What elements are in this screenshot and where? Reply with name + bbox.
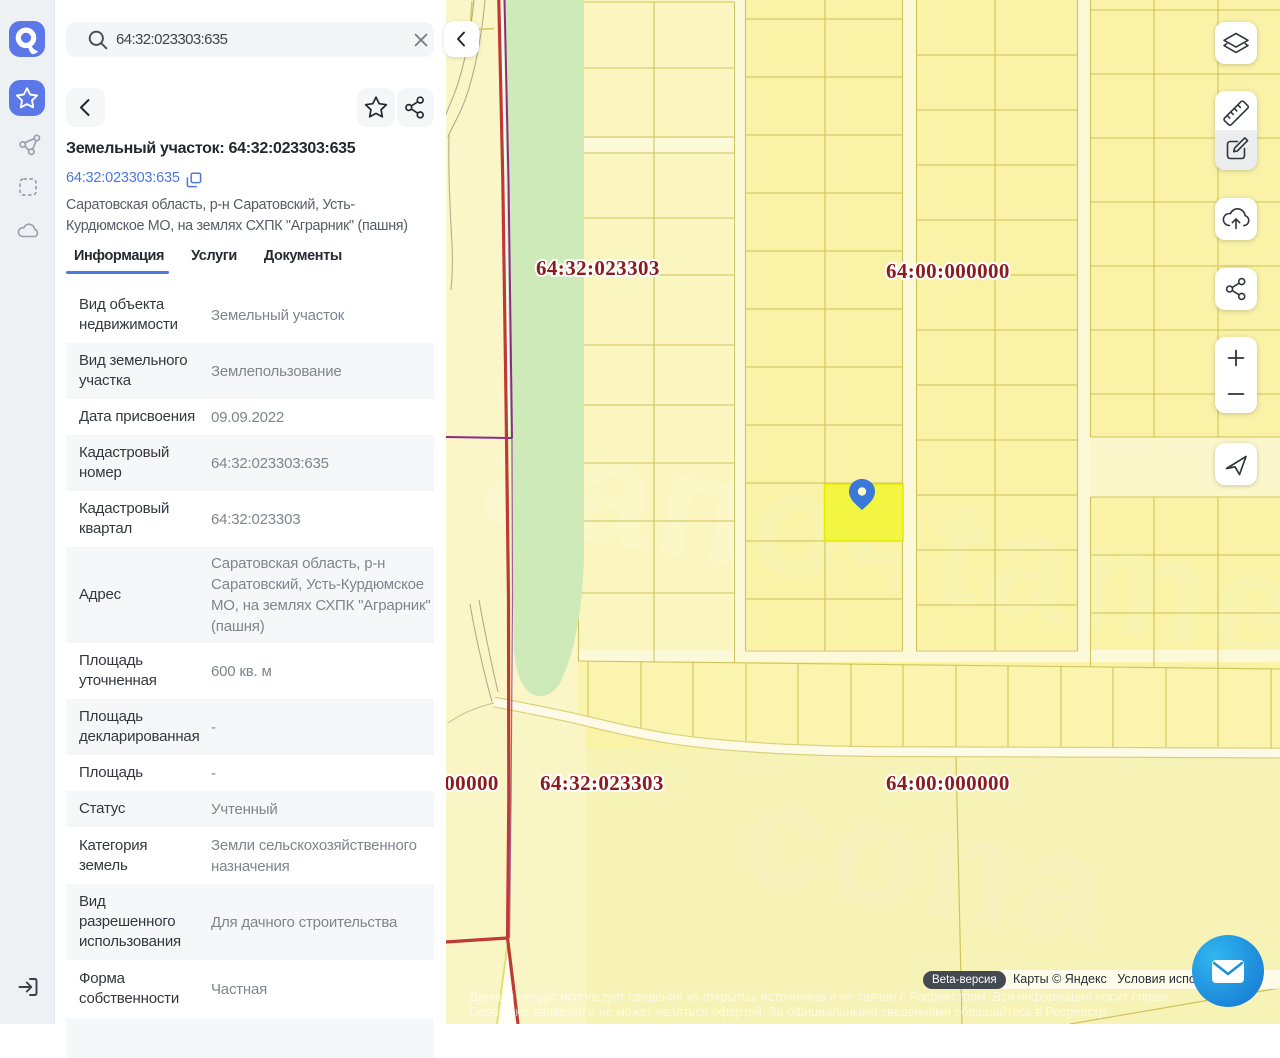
svg-text:64:32:023303: 64:32:023303: [540, 771, 664, 795]
svg-text:64:32:000000: 64:32:000000: [446, 771, 499, 795]
svg-text:64:00:000000: 64:00:000000: [886, 259, 1010, 283]
svg-text:64:32:023303: 64:32:023303: [536, 256, 660, 280]
svg-text:64:00:000000: 64:00:000000: [886, 771, 1010, 795]
